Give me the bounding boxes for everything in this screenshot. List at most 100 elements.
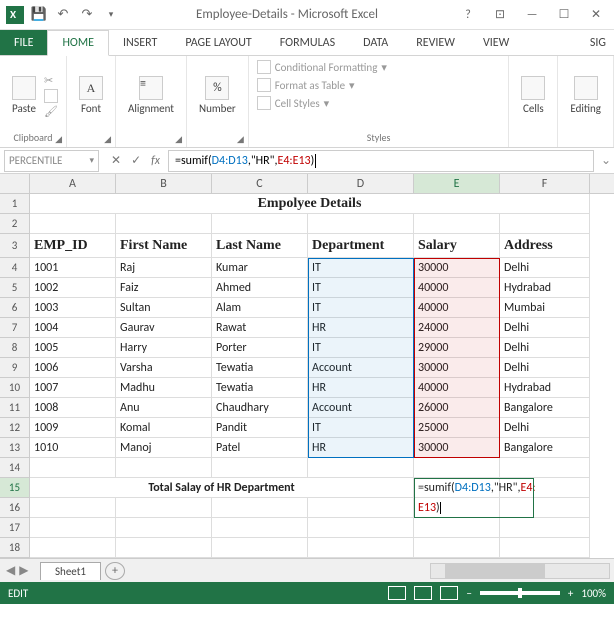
cell-salary[interactable]: 30000	[414, 438, 500, 458]
summary-label-cell[interactable]: Total Salay of HR Department	[30, 478, 414, 498]
format-as-table-button[interactable]: Format as Table ▾	[257, 78, 355, 92]
header-salary[interactable]: Salary	[414, 234, 500, 258]
cell-salary[interactable]: 30000	[414, 258, 500, 278]
cell-addr[interactable]: Delhi	[500, 258, 590, 278]
sheet-nav-next-icon[interactable]: ▶	[19, 563, 28, 578]
scrollbar-thumb[interactable]	[445, 564, 545, 578]
col-header-B[interactable]: B	[116, 174, 212, 193]
view-normal-icon[interactable]	[388, 586, 406, 600]
cell-empid[interactable]: 1003	[30, 298, 116, 318]
formula-input[interactable]: =sumif(D4:D13,"HR",E4:E13)	[168, 150, 594, 172]
cell-dept[interactable]: Account	[308, 398, 414, 418]
cell-salary[interactable]: 40000	[414, 378, 500, 398]
cell-last[interactable]: Alam	[212, 298, 308, 318]
cell-last[interactable]: Ahmed	[212, 278, 308, 298]
cell-empid[interactable]: 1006	[30, 358, 116, 378]
cell-addr[interactable]: Delhi	[500, 318, 590, 338]
cell-first[interactable]: Madhu	[116, 378, 212, 398]
cell-empid[interactable]: 1009	[30, 418, 116, 438]
cell-first[interactable]: Harry	[116, 338, 212, 358]
cell-first[interactable]: Gaurav	[116, 318, 212, 338]
cell-salary[interactable]: 40000	[414, 278, 500, 298]
row-header[interactable]: 12	[0, 418, 30, 438]
tab-formulas[interactable]: FORMULAS	[266, 30, 349, 55]
cell-last[interactable]: Chaudhary	[212, 398, 308, 418]
cell-empid[interactable]: 1007	[30, 378, 116, 398]
tab-home[interactable]: HOME	[47, 30, 109, 56]
cells-button[interactable]: Cells	[517, 74, 549, 117]
row-header[interactable]: 14	[0, 458, 30, 478]
clipboard-launcher-icon[interactable]: ◢	[55, 134, 62, 145]
col-header-C[interactable]: C	[212, 174, 308, 193]
cell-dept[interactable]: IT	[308, 258, 414, 278]
row-header[interactable]: 4	[0, 258, 30, 278]
active-cell-E15[interactable]: =sumif(D4:D13,"HR",E4:	[414, 478, 500, 498]
cell-dept[interactable]: IT	[308, 338, 414, 358]
cell-empid[interactable]: 1008	[30, 398, 116, 418]
col-header-E[interactable]: E	[414, 174, 500, 193]
cell-dept[interactable]: IT	[308, 278, 414, 298]
excel-icon[interactable]	[6, 6, 24, 24]
row-header[interactable]: 1	[0, 194, 30, 214]
fx-icon[interactable]: fx	[151, 154, 160, 168]
sheet-nav-prev-icon[interactable]: ◀	[6, 563, 15, 578]
tab-view[interactable]: VIEW	[469, 30, 523, 55]
row-header[interactable]: 9	[0, 358, 30, 378]
cell-dept[interactable]: HR	[308, 438, 414, 458]
font-button[interactable]: AFont	[75, 74, 107, 117]
cell-first[interactable]: Komal	[116, 418, 212, 438]
cell-first[interactable]: Varsha	[116, 358, 212, 378]
row-header[interactable]: 13	[0, 438, 30, 458]
cell-dept[interactable]: HR	[308, 378, 414, 398]
row-header[interactable]: 2	[0, 214, 30, 234]
tab-review[interactable]: REVIEW	[402, 30, 469, 55]
help-icon[interactable]: ?	[454, 4, 482, 26]
cell-salary[interactable]: 29000	[414, 338, 500, 358]
qat-dropdown-icon[interactable]: ▾	[102, 6, 120, 24]
number-button[interactable]: %Number	[195, 74, 240, 117]
view-page-layout-icon[interactable]	[414, 586, 432, 600]
col-header-A[interactable]: A	[30, 174, 116, 193]
conditional-formatting-button[interactable]: Conditional Formatting ▾	[257, 60, 387, 74]
row-header[interactable]: 5	[0, 278, 30, 298]
cell-empid[interactable]: 1002	[30, 278, 116, 298]
cell-dept[interactable]: HR	[308, 318, 414, 338]
cell-salary[interactable]: 25000	[414, 418, 500, 438]
cell-addr[interactable]: Delhi	[500, 358, 590, 378]
cell-last[interactable]: Pandit	[212, 418, 308, 438]
title-cell[interactable]: Empolyee Details	[30, 194, 590, 214]
cell-dept[interactable]: Account	[308, 358, 414, 378]
row-header[interactable]: 16	[0, 498, 30, 518]
header-empid[interactable]: EMP_ID	[30, 234, 116, 258]
add-sheet-button[interactable]: +	[105, 562, 125, 580]
cell-addr[interactable]: Hydrabad	[500, 278, 590, 298]
header-addr[interactable]: Address	[500, 234, 590, 258]
cell-dept[interactable]: IT	[308, 298, 414, 318]
tab-signin[interactable]: Sig	[576, 30, 614, 55]
cut-button[interactable]: ✂	[44, 74, 58, 87]
cell-empid[interactable]: 1004	[30, 318, 116, 338]
enter-formula-icon[interactable]: ✓	[131, 153, 141, 168]
format-painter-button[interactable]: 🖌	[44, 105, 58, 118]
tab-file[interactable]: FILE	[0, 30, 47, 55]
cell-last[interactable]: Patel	[212, 438, 308, 458]
cell-addr[interactable]: Mumbai	[500, 298, 590, 318]
row-header[interactable]: 8	[0, 338, 30, 358]
zoom-out-icon[interactable]: −	[466, 587, 471, 600]
cancel-formula-icon[interactable]: ✕	[111, 153, 121, 168]
cell-last[interactable]: Tewatia	[212, 358, 308, 378]
tab-data[interactable]: DATA	[349, 30, 402, 55]
zoom-slider[interactable]	[480, 591, 560, 595]
row-header[interactable]: 7	[0, 318, 30, 338]
ribbon-options-icon[interactable]: ⊡	[486, 4, 514, 26]
cell-addr[interactable]: Hydrabad	[500, 378, 590, 398]
zoom-level[interactable]: 100%	[581, 587, 606, 600]
row-header[interactable]: 6	[0, 298, 30, 318]
cell-addr[interactable]: Bangalore	[500, 398, 590, 418]
cell-empid[interactable]: 1001	[30, 258, 116, 278]
maximize-icon[interactable]: ☐	[550, 4, 578, 26]
alignment-button[interactable]: ≡Alignment	[124, 74, 178, 117]
cell-addr[interactable]: Delhi	[500, 338, 590, 358]
cell-last[interactable]: Rawat	[212, 318, 308, 338]
row-header[interactable]: 15	[0, 478, 30, 498]
